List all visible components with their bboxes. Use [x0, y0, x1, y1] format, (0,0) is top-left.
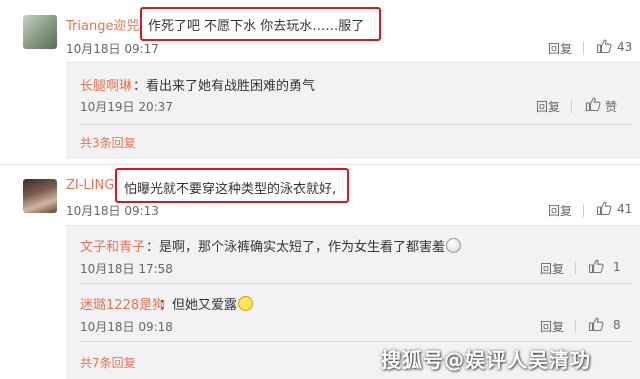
thumb-up-icon[interactable]: [585, 96, 601, 112]
emoji-icon: [238, 296, 254, 311]
comment-username[interactable]: ZI-LING: [66, 178, 114, 193]
action-divider: [571, 100, 572, 113]
comment-time: 10月18日 09:13: [66, 204, 159, 218]
like-label[interactable]: 赞: [605, 98, 617, 115]
divider: [0, 164, 640, 165]
reply-button[interactable]: 回复: [548, 40, 572, 57]
comment-text: 怕曝光就不要穿这种类型的泳衣就好,: [124, 182, 337, 197]
reply-button[interactable]: 回复: [540, 318, 564, 335]
avatar[interactable]: [23, 179, 57, 213]
reply-text-wrap: ：是啊，那个泳裤确实太短了，作为女生看了都害羞: [146, 236, 462, 255]
thumb-up-icon[interactable]: [588, 316, 604, 332]
thumb-up-icon[interactable]: [596, 38, 612, 54]
comment-username[interactable]: Triange迩兕: [66, 15, 139, 34]
action-divider: [575, 262, 576, 275]
reply-text: ：但她又爱露: [159, 298, 238, 313]
reply-text-wrap: ：但她又爱露: [159, 294, 254, 313]
reply-button[interactable]: 回复: [536, 98, 560, 115]
thumb-up-icon[interactable]: [588, 258, 604, 274]
reply-username[interactable]: 长腿啊琳: [80, 75, 132, 94]
reply-username[interactable]: 文子和青子: [80, 236, 145, 255]
comment-time: 10月18日 09:17: [66, 42, 159, 56]
action-divider: [583, 204, 584, 217]
like-count: 43: [617, 40, 633, 54]
action-divider: [575, 320, 576, 333]
like-count: 1: [613, 260, 621, 274]
divider: [80, 341, 632, 342]
divider: [80, 124, 632, 125]
emoji-icon: [446, 238, 462, 253]
more-replies-link[interactable]: 共3条回复: [80, 134, 136, 151]
reply-button[interactable]: 回复: [548, 202, 572, 219]
reply-username[interactable]: 迷璐1228是狗: [80, 294, 165, 313]
reply-time: 10月18日 09:18: [80, 320, 173, 334]
reply-button[interactable]: 回复: [540, 260, 564, 277]
watermark: 搜狐号@娱评人吴清功: [381, 348, 591, 372]
thumb-up-icon[interactable]: [596, 200, 612, 216]
like-count: 41: [617, 202, 633, 216]
avatar[interactable]: [23, 15, 57, 49]
divider: [80, 283, 632, 284]
comment-text: 作死了吧 不愿下水 你去玩水……服了: [148, 19, 365, 34]
action-divider: [583, 42, 584, 55]
reply-time: 10月19日 20:37: [80, 100, 173, 114]
reply-text: ：是啊，那个泳裤确实太短了，作为女生看了都害羞: [146, 240, 446, 255]
reply-time: 10月18日 17:58: [80, 262, 173, 276]
like-count: 8: [613, 318, 621, 332]
reply-text: ：看出来了她有战胜困难的勇气: [133, 79, 316, 94]
more-replies-link[interactable]: 共7条回复: [80, 354, 136, 371]
